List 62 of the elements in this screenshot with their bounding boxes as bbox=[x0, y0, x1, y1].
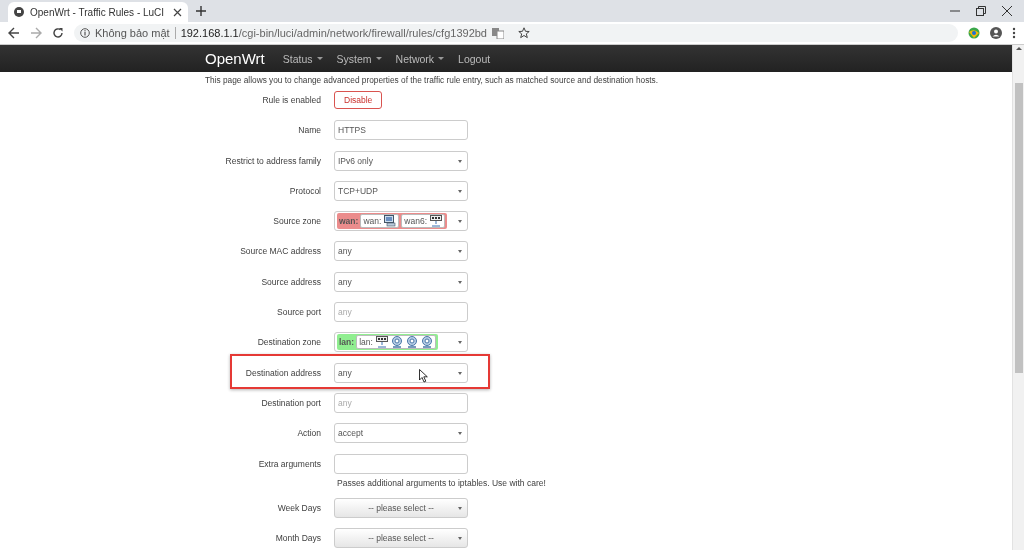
dropdown[interactable]: IPv6 only bbox=[334, 150, 468, 171]
security-label: Không bảo mật bbox=[95, 27, 170, 39]
zone-dropdown[interactable]: wan: wan: wan6: bbox=[334, 211, 468, 232]
field-label: Source MAC address bbox=[239, 246, 321, 257]
caret-icon bbox=[438, 57, 445, 60]
tab-favicon-icon bbox=[14, 7, 24, 17]
dropdown[interactable]: TCP+UDP bbox=[334, 180, 468, 201]
zone-dropdown[interactable]: lan: lan: bbox=[334, 332, 468, 353]
restore-icon[interactable] bbox=[976, 6, 986, 16]
help-text: Passes additional arguments to iptables. Use with care! bbox=[337, 477, 546, 488]
caret-icon bbox=[316, 57, 323, 60]
dropdown[interactable]: any bbox=[334, 362, 468, 383]
input-field[interactable]: HTTPS bbox=[334, 120, 468, 141]
close-icon[interactable] bbox=[1002, 6, 1012, 16]
reload-icon[interactable] bbox=[52, 27, 64, 39]
wireless-icon bbox=[420, 336, 433, 349]
profile-icon[interactable] bbox=[990, 27, 1002, 39]
new-tab-icon[interactable] bbox=[196, 6, 206, 16]
wireless-icon bbox=[405, 336, 418, 349]
caret-icon bbox=[375, 57, 382, 60]
network-port-icon bbox=[375, 336, 388, 349]
dropdown[interactable]: accept bbox=[334, 423, 468, 444]
field-label: Destination zone bbox=[256, 337, 321, 348]
field-label: Action bbox=[296, 428, 321, 439]
field-label: Source zone bbox=[272, 216, 321, 227]
menu-icon[interactable] bbox=[1012, 27, 1016, 39]
back-icon[interactable] bbox=[8, 27, 20, 39]
network-port-icon bbox=[430, 215, 443, 228]
wireless-icon bbox=[390, 336, 403, 349]
address-bar[interactable]: Không bảo mật 192.168.1.1/cgi-bin/luci/admin/network/firewall/rules/cfg1392bd bbox=[74, 24, 958, 42]
nav-menu-item[interactable]: Logout bbox=[458, 52, 491, 65]
input-field[interactable] bbox=[334, 453, 468, 474]
dropdown[interactable]: -- please select -- bbox=[334, 497, 468, 518]
dropdown[interactable]: -- please select -- bbox=[334, 528, 468, 549]
close-icon[interactable] bbox=[173, 7, 182, 17]
field-label: Source port bbox=[276, 307, 321, 318]
field-label: Extra arguments bbox=[257, 458, 321, 469]
star-icon[interactable] bbox=[518, 27, 530, 39]
nav-menu-item[interactable]: Status bbox=[282, 52, 323, 65]
field-label: Destination address bbox=[244, 367, 321, 378]
field-label: Protocol bbox=[288, 185, 321, 196]
field-label: Week Days bbox=[276, 502, 321, 513]
nav-menu-item[interactable]: Network bbox=[395, 52, 445, 65]
field-label: Restrict to address family bbox=[224, 155, 321, 166]
field-label: Destination port bbox=[260, 397, 321, 408]
info-icon bbox=[80, 28, 90, 38]
dropdown[interactable]: any bbox=[334, 271, 468, 292]
field-label: Name bbox=[297, 125, 321, 136]
nav-menu-item[interactable]: System bbox=[336, 52, 382, 65]
extension-icon[interactable] bbox=[968, 27, 980, 39]
computer-icon bbox=[384, 215, 397, 228]
field-label: Month Days bbox=[274, 533, 321, 544]
url-text: 192.168.1.1/cgi-bin/luci/admin/network/firewall/rules/cfg1392bd bbox=[180, 27, 487, 39]
field-label: Rule is enabled bbox=[261, 95, 321, 105]
translate-icon[interactable] bbox=[492, 27, 504, 39]
page-description: This page allows you to change advanced properties of the traffic rule entry, such as matched source and destination hosts. bbox=[205, 75, 660, 85]
cursor-icon bbox=[419, 368, 428, 383]
browser-tab[interactable]: OpenWrt - Traffic Rules - LuCI bbox=[8, 2, 188, 22]
dropdown[interactable]: any bbox=[334, 241, 468, 262]
brand-title[interactable]: OpenWrt bbox=[205, 50, 265, 67]
field-label: Source address bbox=[260, 276, 321, 287]
disable-button[interactable]: Disable bbox=[334, 91, 383, 109]
